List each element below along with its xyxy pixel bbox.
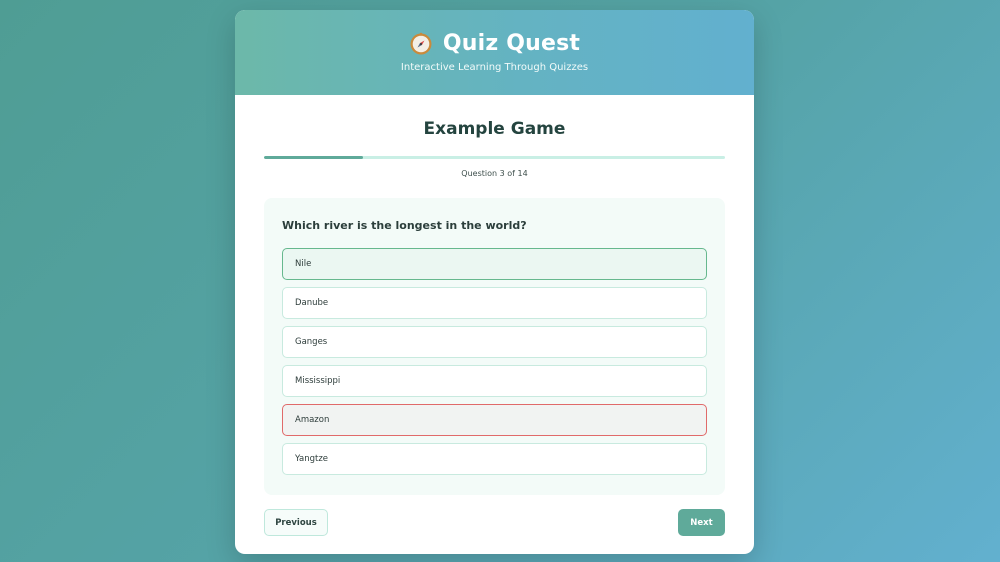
game-title: Example Game <box>423 119 566 139</box>
answer-option[interactable]: Yangtze <box>282 443 707 475</box>
question-text: Which river is the longest in the world? <box>282 219 527 232</box>
answer-option[interactable]: Mississippi <box>282 365 707 397</box>
question-panel: Which river is the longest in the world?… <box>264 198 725 495</box>
progress-text: Question 3 of 14 <box>461 169 528 178</box>
app-title: Quiz Quest <box>442 31 581 56</box>
answer-option[interactable]: Danube <box>282 287 707 319</box>
previous-button[interactable]: Previous <box>264 509 328 536</box>
next-button[interactable]: Next <box>678 509 725 536</box>
answer-option[interactable]: Amazon <box>282 404 707 436</box>
quiz-card: Quiz Quest Interactive Learning Through … <box>235 10 754 554</box>
answer-option[interactable]: Ganges <box>282 326 707 358</box>
progress-bar-fill <box>264 156 363 159</box>
answer-options: Nile Danube Ganges Mississippi Amazon Ya… <box>282 248 707 482</box>
brand: Quiz Quest <box>235 10 754 56</box>
answer-option[interactable]: Nile <box>282 248 707 280</box>
app-tagline: Interactive Learning Through Quizzes <box>400 62 589 73</box>
progress-bar <box>264 156 725 159</box>
compass-icon <box>409 32 433 56</box>
quiz-header: Quiz Quest Interactive Learning Through … <box>235 10 754 95</box>
